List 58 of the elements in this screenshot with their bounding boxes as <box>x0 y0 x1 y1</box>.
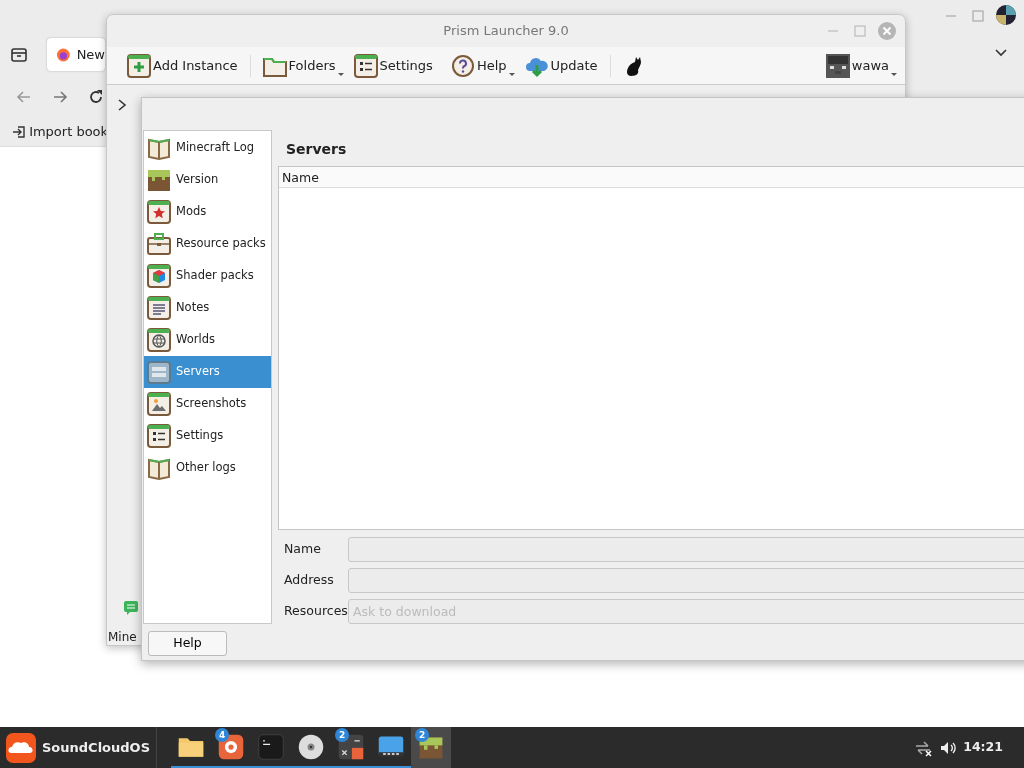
cloud-logo-icon <box>6 732 36 763</box>
field-label: Name <box>284 540 322 559</box>
notification-badge: 2 <box>335 728 349 742</box>
toolbar-button[interactable]: Settings <box>347 53 439 78</box>
blocky-avatar-icon <box>825 53 850 78</box>
chest-icon <box>147 232 171 256</box>
field-label: Resources <box>284 602 348 621</box>
toolbar-button[interactable]: Update <box>518 53 604 78</box>
add-icon <box>127 53 151 78</box>
avatar-icon[interactable] <box>995 4 1017 26</box>
grass-block-icon <box>147 168 171 192</box>
taskbar-app[interactable]: 4 <box>211 727 251 768</box>
tab-title: New <box>76 45 105 64</box>
book-icon <box>147 456 171 480</box>
clock[interactable]: 14:21 <box>963 738 1003 757</box>
browser-tab[interactable]: New <box>47 38 105 71</box>
sidebar-item[interactable]: Version <box>144 164 271 196</box>
settings-icon <box>353 53 378 78</box>
status-text: Mine <box>108 629 137 646</box>
sidebar-item[interactable]: Notes <box>144 292 271 324</box>
server-icon <box>147 360 171 384</box>
sidebar-item[interactable]: Settings <box>144 420 271 452</box>
sidebar-item[interactable]: Screenshots <box>144 388 271 420</box>
sidebar-item[interactable]: Worlds <box>144 324 271 356</box>
bookmark-link[interactable]: Import book <box>12 122 109 142</box>
toolbar-button[interactable]: Help <box>444 53 513 78</box>
sidebar-item[interactable]: Shader packs <box>144 260 271 292</box>
notes-icon <box>147 296 171 320</box>
taskbar-app[interactable]: 2 <box>331 727 371 768</box>
column-header[interactable]: Name <box>282 167 319 187</box>
help-button[interactable]: Help <box>148 631 227 656</box>
toolbar-button[interactable]: Add Instance <box>121 53 244 78</box>
toolbar-button[interactable]: Folders <box>256 53 342 78</box>
globe-icon <box>147 328 171 352</box>
field-label: Address <box>284 571 335 590</box>
help-icon <box>450 53 475 78</box>
settings-icon <box>147 424 171 448</box>
input-field[interactable] <box>348 537 1024 562</box>
input-field[interactable] <box>348 568 1024 593</box>
chat-icon[interactable] <box>123 600 139 616</box>
browser-logo-icon <box>56 46 71 63</box>
import-icon <box>12 124 26 139</box>
chevron-right-icon[interactable] <box>116 98 128 112</box>
window-title: Prism Launcher 9.0 <box>443 22 569 40</box>
image-icon <box>147 392 171 416</box>
reload-icon[interactable] <box>87 88 105 106</box>
page-heading: Servers <box>286 140 347 159</box>
taskbar-app[interactable]: 2 <box>411 727 451 768</box>
book-icon <box>147 136 171 160</box>
start-button[interactable]: SoundCloudOS <box>0 727 157 768</box>
sidebar-item[interactable]: Minecraft Log <box>144 132 271 164</box>
sidebar-item[interactable]: Resource packs <box>144 228 271 260</box>
sidebar-item[interactable]: Mods <box>144 196 271 228</box>
account-button[interactable]: wawa <box>819 53 895 78</box>
notification-badge: 2 <box>415 728 429 742</box>
notification-badge: 4 <box>215 728 229 742</box>
cube-icon <box>147 264 171 288</box>
sidebar-item[interactable]: Other logs <box>144 452 271 484</box>
